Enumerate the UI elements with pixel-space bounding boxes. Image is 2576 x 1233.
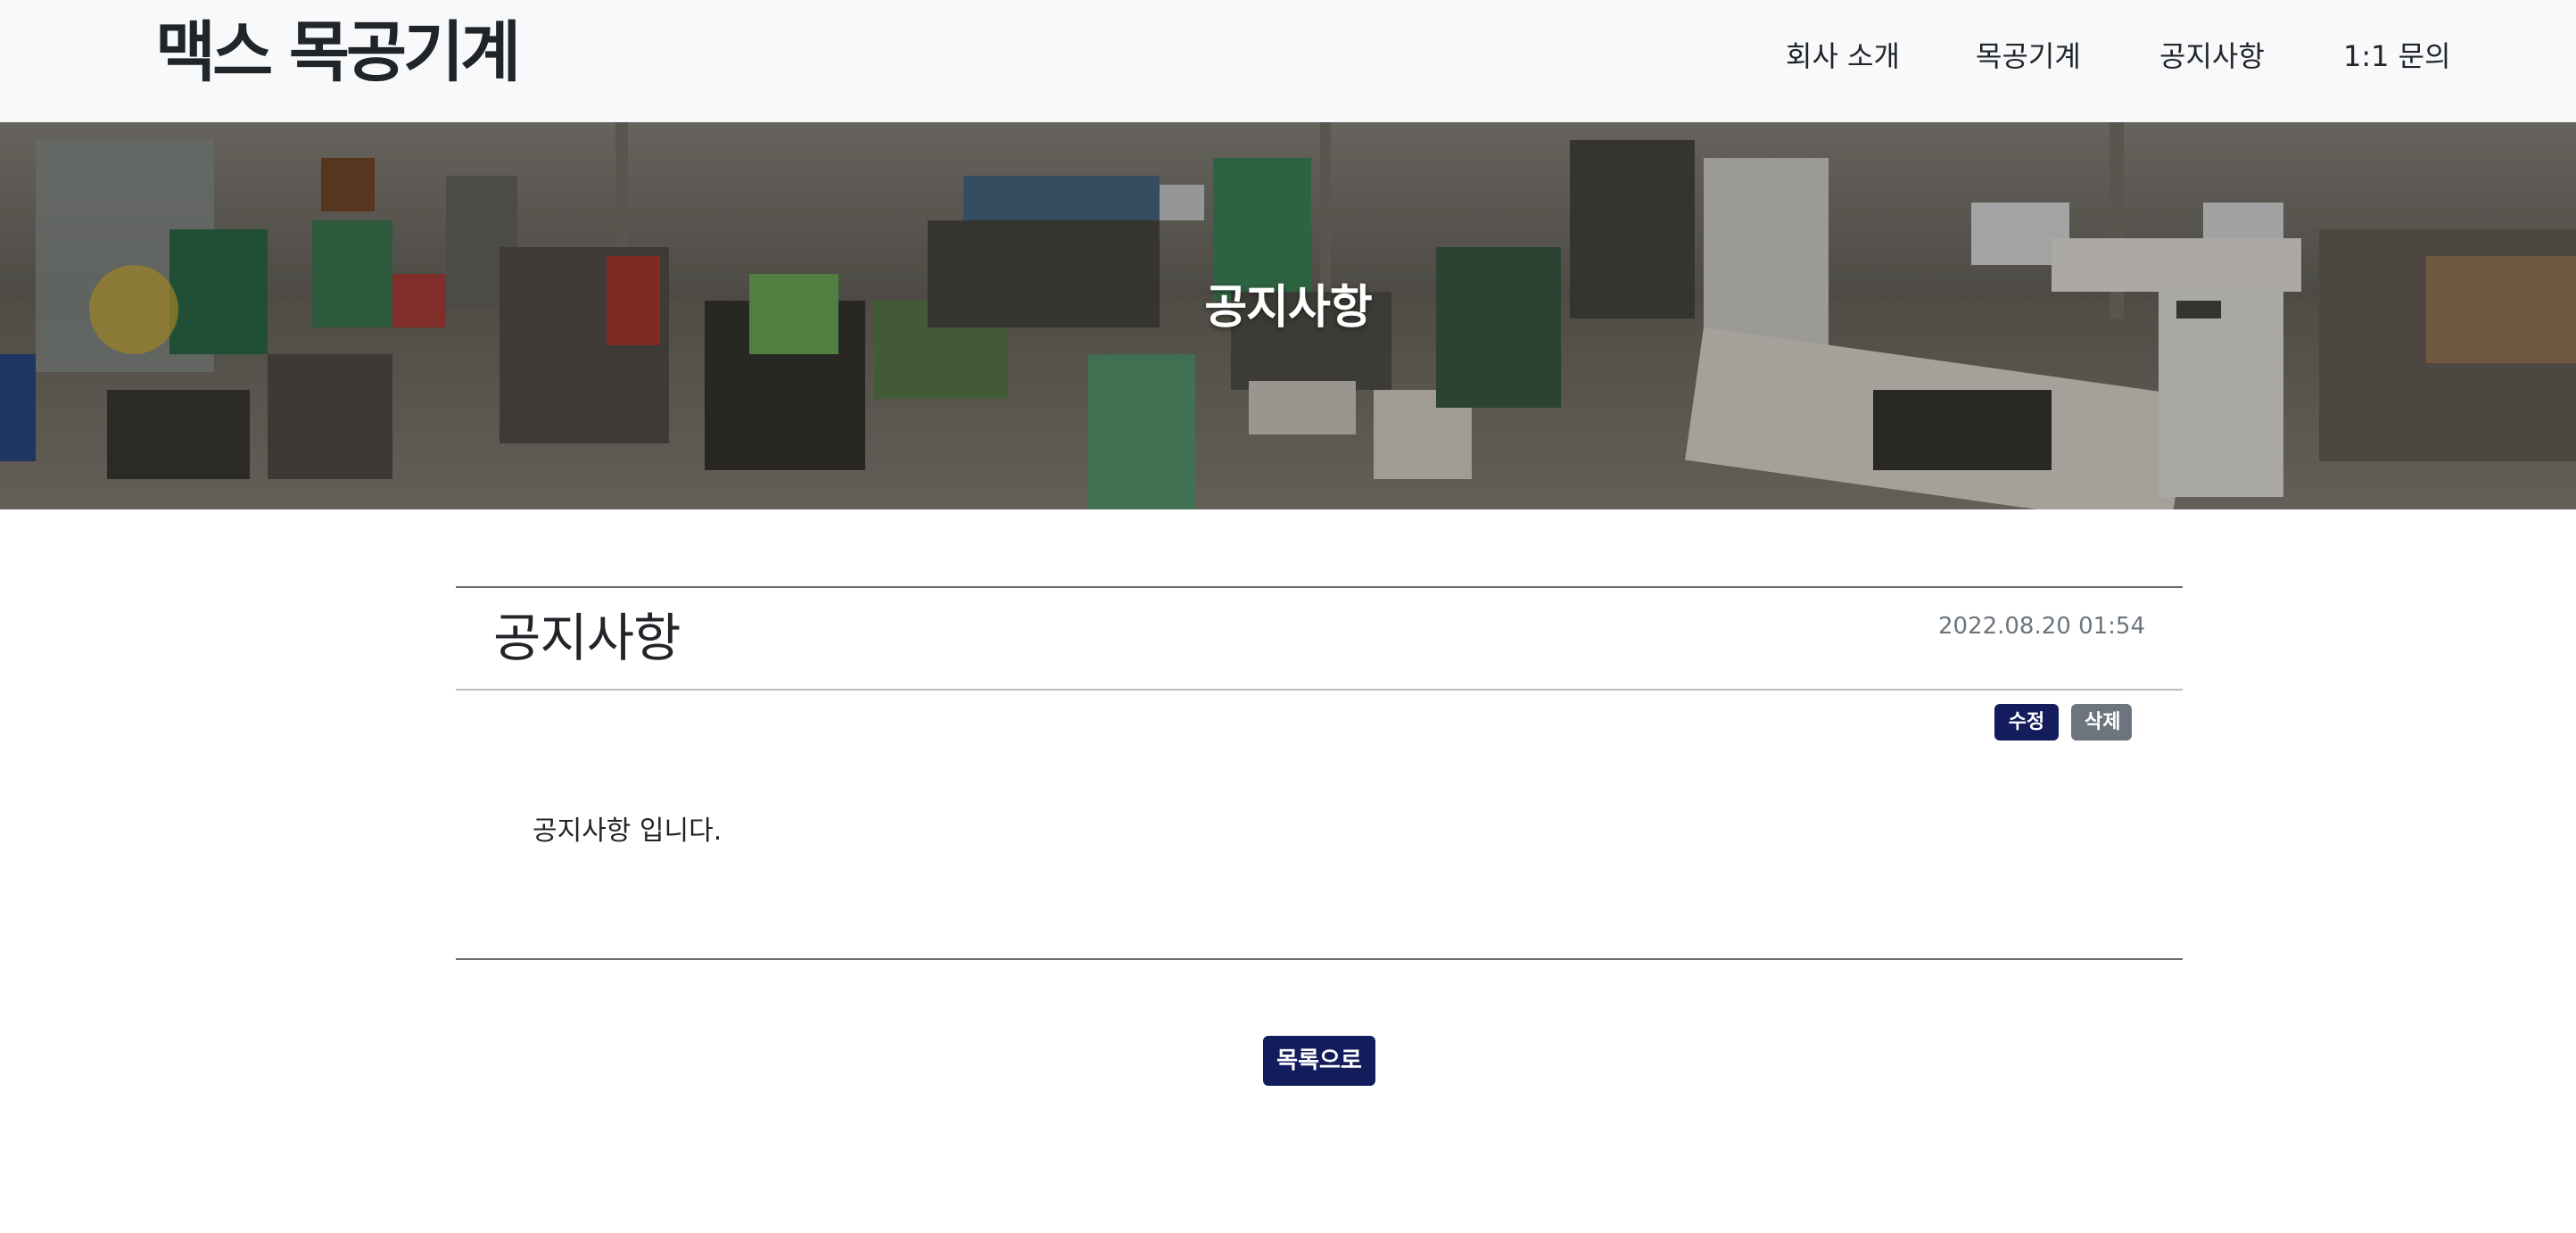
post-title: 공지사항 [493,608,681,668]
divider-bottom [456,958,2183,960]
nav-item-company[interactable]: 회사 소개 [1786,34,1900,79]
main-nav: 회사 소개 목공기계 공지사항 1:1 문의 [0,34,2576,79]
hero-title: 공지사항 [1204,281,1372,335]
post-date: 2022.08.20 01:54 [1937,613,2145,640]
divider-top [456,586,2183,588]
post-view: 공지사항 2022.08.20 01:54 수정 삭제 공지사항 입니다. [456,586,2183,960]
divider-header [456,689,2183,691]
back-to-list-button[interactable]: 목록으로 [1263,1036,1375,1086]
edit-button[interactable]: 수정 [1994,704,2059,741]
delete-button[interactable]: 삭제 [2071,704,2132,741]
site-header: 맥스 목공기계 회사 소개 목공기계 공지사항 1:1 문의 [0,0,2576,122]
nav-item-notice[interactable]: 공지사항 [2159,34,2265,79]
hero-banner: 공지사항 [0,122,2576,509]
post-body: 공지사항 입니다. [533,815,722,847]
nav-item-inquiry[interactable]: 1:1 문의 [2343,34,2451,79]
nav-item-machines[interactable]: 목공기계 [1976,34,2081,79]
